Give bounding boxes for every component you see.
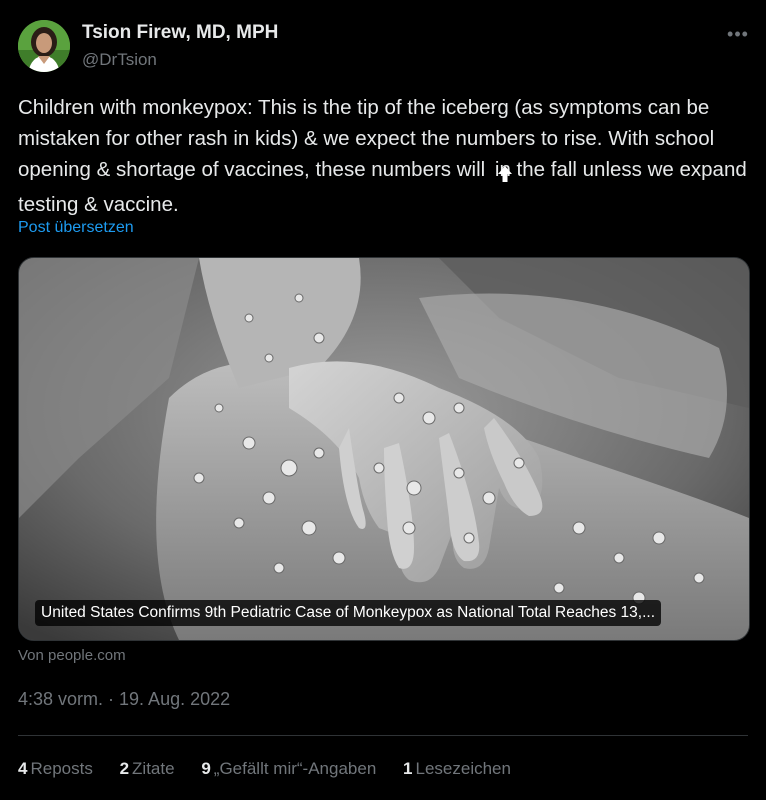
more-options-icon[interactable]: ••• [726, 24, 750, 44]
divider [18, 735, 748, 736]
avatar[interactable] [18, 20, 70, 72]
stat-reposts[interactable]: 4 Reposts [18, 759, 93, 779]
link-card-image[interactable]: United States Confirms 9th Pediatric Cas… [18, 257, 750, 641]
author-handle[interactable]: @DrTsion [82, 50, 157, 70]
link-card-source[interactable]: Von people.com [18, 647, 126, 664]
tweet-text: Children with monkeypox: This is the tip… [18, 92, 758, 220]
link-card-caption: United States Confirms 9th Pediatric Cas… [35, 600, 661, 626]
stat-bookmarks[interactable]: 1 Lesezeichen [403, 759, 511, 779]
translate-post-link[interactable]: Post übersetzen [18, 219, 134, 237]
author-name[interactable]: Tsion Firew, MD, MPH [82, 22, 278, 44]
stat-quotes[interactable]: 2 Zitate [120, 759, 175, 779]
post-timestamp[interactable]: 4:38 vorm. · 19. Aug. 2022 [18, 689, 230, 710]
engagement-stats: 4 Reposts 2 Zitate 9 „Gefällt mir“-Angaben … [18, 759, 533, 779]
stat-likes[interactable]: 9 „Gefällt mir“-Angaben [201, 759, 376, 779]
